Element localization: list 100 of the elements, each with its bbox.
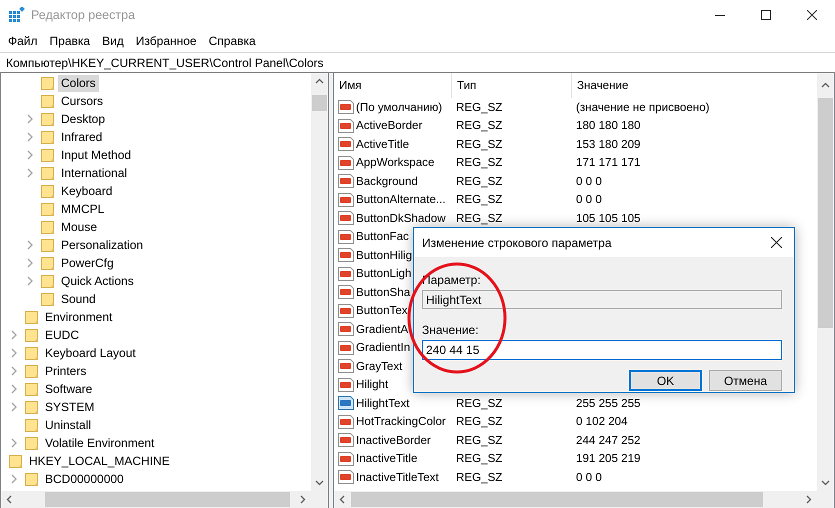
close-icon[interactable] [807, 10, 817, 20]
chevron-icon[interactable] [26, 132, 34, 142]
value-name[interactable]: ButtonLigh [356, 267, 412, 280]
menu-item[interactable]: Вид [96, 34, 130, 48]
column-header[interactable]: Имя [334, 73, 452, 98]
tree-item[interactable]: Cursors [58, 92, 106, 110]
tree-item[interactable]: Quick Actions [58, 272, 137, 290]
chevron-icon[interactable] [26, 240, 34, 250]
scrollbar-thumb[interactable] [351, 492, 763, 507]
value-type: REG_SZ [455, 100, 504, 114]
value-type: REG_SZ [455, 174, 504, 188]
tree-item[interactable]: HKEY_LOCAL_MACHINE [26, 452, 173, 470]
scroll-down-icon[interactable] [821, 480, 830, 486]
tree-item[interactable]: BCD00000000 [42, 470, 127, 488]
value-name[interactable]: Background [356, 174, 418, 188]
scrollbar[interactable] [334, 491, 834, 508]
scroll-right-icon[interactable] [300, 495, 306, 504]
value-name[interactable]: ActiveTitle [356, 138, 410, 151]
tree-item[interactable]: Mouse [58, 218, 100, 236]
chevron-icon[interactable] [26, 276, 34, 286]
address-bar[interactable]: Компьютер\HKEY_CURRENT_USER\Control Panel\Colors [0, 52, 835, 73]
value-name[interactable]: HotTrackingColor [356, 415, 446, 428]
chevron-icon[interactable] [10, 348, 18, 358]
chevron-icon[interactable] [26, 168, 34, 178]
tree-item[interactable]: Desktop [58, 110, 108, 128]
scrollbar[interactable] [1, 491, 328, 508]
tree-item[interactable]: SYSTEM [42, 398, 98, 416]
scroll-down-icon[interactable] [315, 480, 324, 486]
value-data: 191 205 219 [575, 452, 642, 466]
maximize-icon[interactable] [761, 10, 771, 20]
chevron-icon[interactable] [10, 402, 18, 412]
chevron-icon[interactable] [26, 258, 34, 268]
folder-icon [24, 417, 40, 433]
value-name[interactable]: GradientA [356, 322, 408, 336]
chevron-icon[interactable] [26, 114, 34, 124]
scrollbar[interactable] [817, 73, 834, 491]
chevron-icon[interactable] [10, 330, 18, 340]
scroll-up-icon[interactable] [315, 78, 324, 84]
tree-item[interactable]: MMCPL [58, 200, 108, 218]
tree-item[interactable]: Infrared [58, 128, 106, 146]
chevron-icon[interactable] [10, 438, 18, 448]
value-data: (значение не присвоено) [575, 100, 711, 114]
dialog-button[interactable]: Отмена [709, 370, 782, 391]
value-type: REG_SZ [455, 119, 504, 132]
value-name[interactable]: ButtonTex [356, 304, 408, 318]
tree-item[interactable]: Colors [58, 74, 99, 92]
value-name[interactable]: ButtonDkShadow [356, 212, 446, 225]
folder-icon [40, 111, 56, 127]
tree-item[interactable]: International [58, 164, 130, 182]
value-field[interactable]: 240 44 15 [422, 340, 782, 360]
app-icon [9, 7, 25, 23]
close-icon[interactable] [771, 237, 782, 248]
tree-item[interactable]: Keyboard Layout [42, 344, 139, 362]
tree-item[interactable]: Volatile Environment [42, 434, 158, 452]
value-name[interactable]: AppWorkspace [356, 156, 434, 170]
tree-item[interactable]: Uninstall [42, 416, 94, 434]
value-name[interactable]: ButtonSha [356, 286, 410, 299]
scrollbar-thumb[interactable] [818, 98, 833, 328]
chevron-icon[interactable] [10, 366, 18, 376]
column-header[interactable]: Значение [572, 73, 817, 98]
value-name[interactable]: InactiveBorder [356, 434, 431, 447]
scrollbar[interactable] [311, 73, 328, 491]
menu-item[interactable]: Правка [44, 34, 96, 48]
value-name[interactable]: ButtonAlternate... [356, 193, 446, 206]
scroll-up-icon[interactable] [821, 82, 830, 88]
tree-item[interactable]: Printers [42, 362, 90, 380]
value-name[interactable]: HilightText [356, 396, 410, 410]
scroll-left-icon[interactable] [6, 495, 12, 504]
menu-item[interactable]: Справка [202, 34, 262, 48]
tree-item[interactable]: EUDC [42, 326, 82, 344]
tree-item[interactable]: Keyboard [58, 182, 116, 200]
field-label: Параметр: [422, 273, 482, 287]
tree-item[interactable]: Software [42, 380, 96, 398]
value-name[interactable]: InactiveTitle [356, 452, 418, 466]
menu-item[interactable]: Файл [2, 34, 44, 48]
chevron-icon[interactable] [10, 384, 18, 394]
value-name[interactable]: Hilight [356, 378, 388, 392]
tree-item[interactable]: PowerCfg [58, 254, 117, 272]
value-type: REG_SZ [455, 434, 504, 447]
chevron-icon[interactable] [10, 474, 18, 484]
value-type: REG_SZ [455, 156, 504, 170]
dialog-button[interactable]: OK [629, 370, 702, 391]
scrollbar-thumb[interactable] [45, 492, 290, 507]
menu-item[interactable]: Избранное [130, 34, 203, 48]
tree-item[interactable]: Environment [42, 308, 116, 326]
value-name[interactable]: InactiveTitleText [356, 470, 439, 484]
tree-item[interactable]: Personalization [58, 236, 146, 254]
scroll-left-icon[interactable] [339, 495, 345, 504]
column-header[interactable]: Тип [452, 73, 572, 98]
value-name[interactable]: GrayText [356, 360, 402, 373]
scroll-right-icon[interactable] [806, 495, 812, 504]
chevron-icon[interactable] [26, 150, 34, 160]
tree-item[interactable]: Input Method [58, 146, 134, 164]
tree-item[interactable]: Sound [58, 290, 99, 308]
scrollbar-thumb[interactable] [312, 95, 327, 111]
value-name[interactable]: ButtonHilig [356, 248, 412, 262]
value-name[interactable]: GradientIn [356, 341, 410, 354]
value-name[interactable]: ButtonFac [356, 230, 409, 244]
value-name[interactable]: ActiveBorder [356, 119, 422, 132]
value-name[interactable]: (По умолчанию) [356, 100, 442, 114]
